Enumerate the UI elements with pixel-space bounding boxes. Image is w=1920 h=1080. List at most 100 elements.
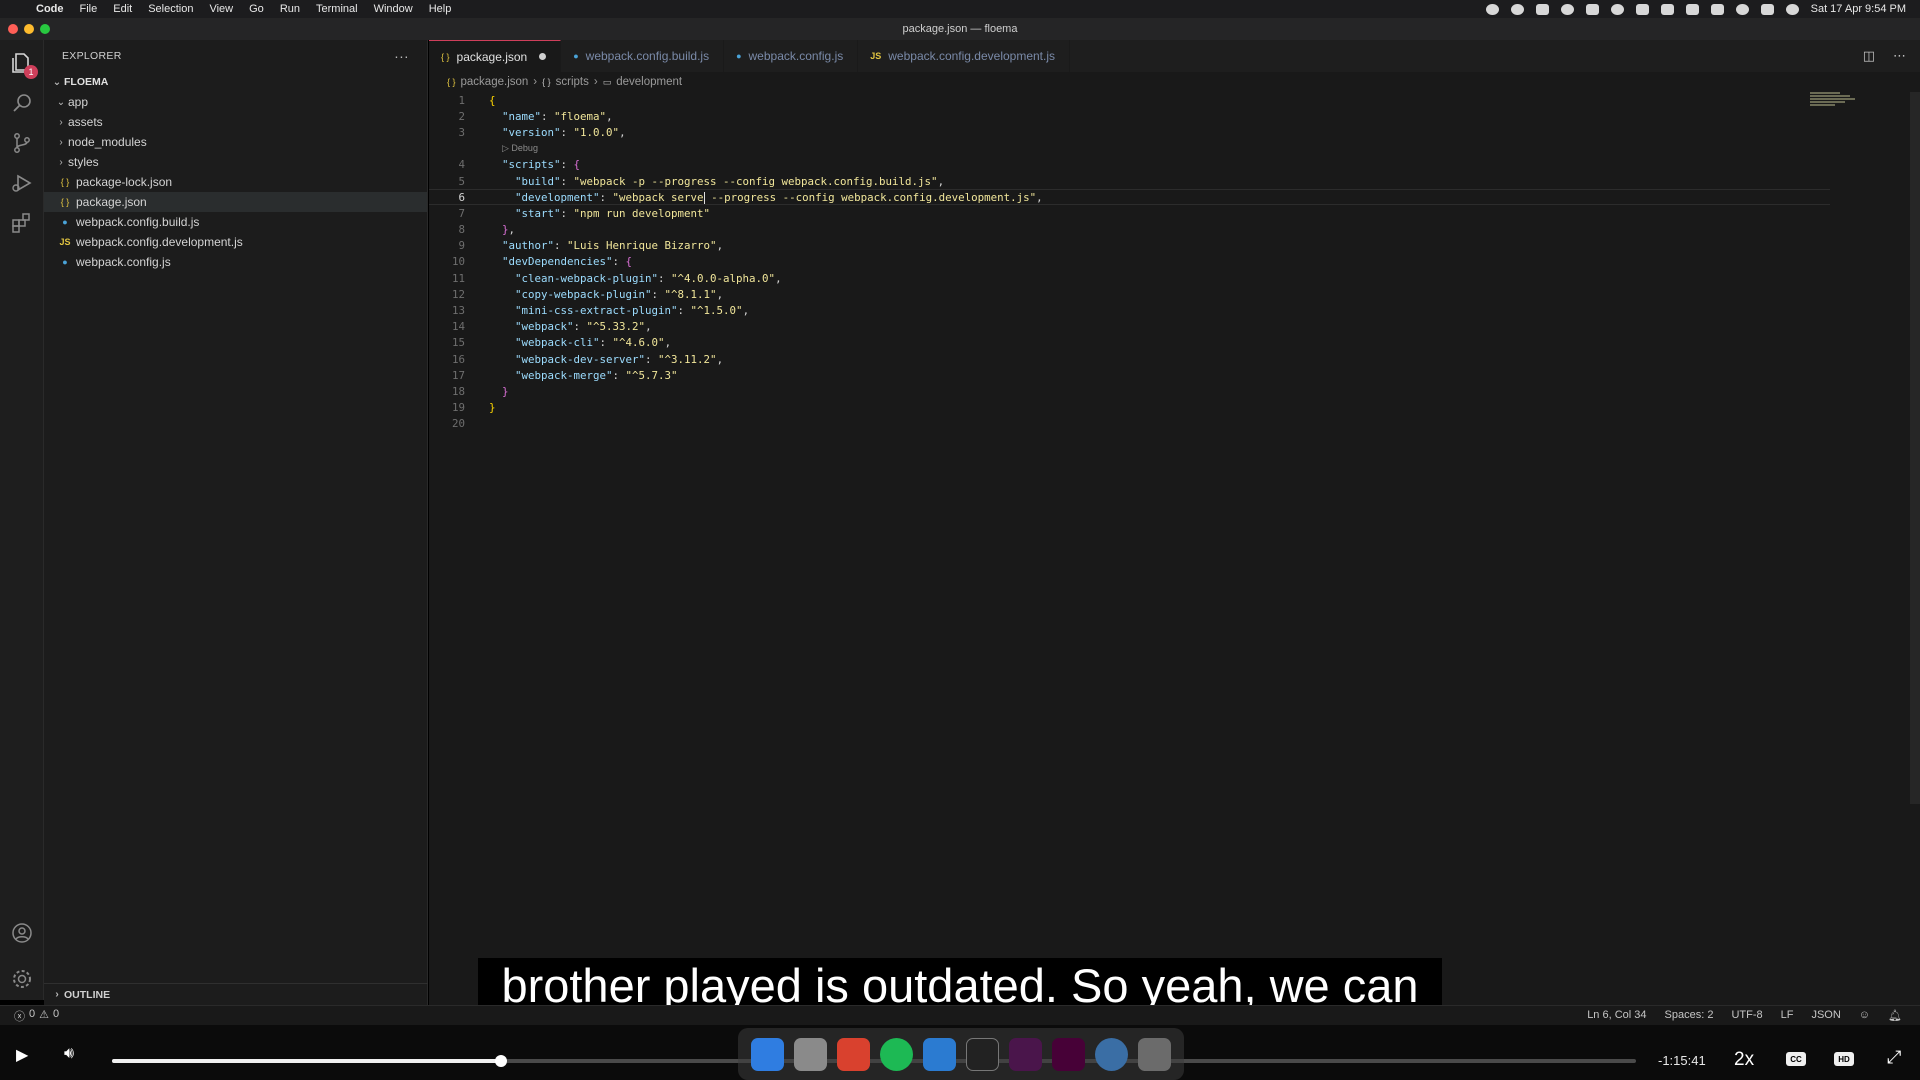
code-text: "devDependencies": { [502, 255, 633, 269]
minimize-window-button[interactable] [24, 24, 34, 34]
json-file-icon: { } [60, 177, 70, 187]
battery-icon[interactable] [1635, 3, 1649, 15]
cloud-icon[interactable] [1535, 3, 1549, 15]
tree-item-label: webpack.config.js [76, 255, 171, 269]
more-actions-icon[interactable]: ⋯ [1893, 48, 1906, 64]
menu-terminal[interactable]: Terminal [308, 3, 366, 15]
feedback-icon[interactable]: ☺ [1859, 1009, 1870, 1022]
play-icon[interactable]: ▶ [16, 1045, 28, 1065]
terminal-icon[interactable] [966, 1037, 999, 1071]
menu-selection[interactable]: Selection [140, 3, 201, 15]
tree-item-node-modules[interactable]: › node_modules [44, 132, 427, 152]
slack-icon[interactable] [1009, 1037, 1042, 1071]
code-line: 16 "webpack-dev-server": "^3.11.2", [429, 351, 1920, 367]
adobe-xd-icon[interactable] [1052, 1037, 1085, 1071]
launchpad-icon[interactable] [794, 1037, 827, 1071]
code-line: 3 "version": "1.0.0", [429, 124, 1920, 140]
tree-item-webpack-config-development-js[interactable]: JS webpack.config.development.js [44, 232, 427, 252]
creative-cloud-icon[interactable] [1510, 3, 1524, 15]
bluetooth-icon[interactable] [1685, 3, 1699, 15]
code-text: "author": "Luis Henrique Bizarro", [502, 239, 724, 253]
cursor-position[interactable]: Ln 6, Col 34 [1587, 1009, 1646, 1022]
tab-package-json[interactable]: { } package.json [429, 40, 562, 72]
volume-icon[interactable]: 🔊︎ [64, 1045, 74, 1063]
tab-webpack-config-build-js[interactable]: ● webpack.config.build.js [561, 40, 725, 72]
flag-icon[interactable] [1660, 3, 1674, 15]
code-line-current: 6 "development": "webpack serve --progre… [429, 189, 1830, 206]
split-editor-icon[interactable]: ◫ [1863, 48, 1875, 64]
accounts-activity-button[interactable] [9, 920, 35, 946]
tree-item-styles[interactable]: › styles [44, 152, 427, 172]
menu-file[interactable]: File [72, 3, 106, 15]
tree-item-assets[interactable]: › assets [44, 112, 427, 132]
string-property-icon: ▭ [602, 76, 612, 87]
menu-view[interactable]: View [201, 3, 241, 15]
play-circle-icon[interactable] [1610, 3, 1624, 15]
tree-item-app[interactable]: ⌄ app [44, 92, 427, 112]
quicktime-icon[interactable] [1095, 1037, 1128, 1071]
record-icon[interactable] [1485, 3, 1499, 15]
breadcrumb-item[interactable]: scripts [556, 76, 589, 88]
spotlight-search-icon[interactable] [1735, 3, 1749, 15]
zoom-window-button[interactable] [40, 24, 50, 34]
line-number: 11 [451, 271, 465, 285]
menu-help[interactable]: Help [421, 3, 460, 15]
manage-activity-button[interactable] [9, 966, 35, 992]
menu-go[interactable]: Go [241, 3, 272, 15]
editor-scrollbar[interactable] [1910, 92, 1920, 804]
folder-floema[interactable]: ⌄ FLOEMA [44, 72, 427, 92]
vscode-icon[interactable] [923, 1037, 956, 1071]
trash-icon[interactable] [1138, 1037, 1171, 1071]
run-debug-icon [12, 174, 32, 192]
run-debug-activity-button[interactable] [9, 170, 35, 196]
control-center-icon[interactable] [1760, 3, 1774, 15]
close-window-button[interactable] [8, 24, 18, 34]
siri-icon[interactable] [1785, 3, 1799, 15]
menu-edit[interactable]: Edit [105, 3, 140, 15]
menu-window[interactable]: Window [366, 3, 421, 15]
tree-item-webpack-config-build-js[interactable]: ● webpack.config.build.js [44, 212, 427, 232]
outline-section[interactable]: › OUTLINE [44, 983, 428, 1005]
breadcrumb-item[interactable]: development [616, 76, 682, 88]
language-mode[interactable]: JSON [1811, 1009, 1840, 1022]
tree-item-webpack-config-js[interactable]: ● webpack.config.js [44, 252, 427, 272]
unsaved-dot-icon[interactable] [539, 53, 547, 60]
fullscreen-icon[interactable]: ⤢ [1887, 1047, 1901, 1068]
minimap[interactable] [1810, 92, 1860, 114]
problems-indicator[interactable]: ⓧ 0 ⚠ 0 [0, 1008, 59, 1024]
breadcrumb-item[interactable]: package.json [461, 76, 529, 88]
error-icon: ⓧ [14, 1010, 25, 1023]
bell-icon[interactable]: 🔔︎ [1888, 1009, 1902, 1022]
debug-codelens[interactable]: ▷ Debug [429, 141, 1920, 157]
end-of-line[interactable]: LF [1781, 1009, 1794, 1022]
search-activity-button[interactable] [9, 90, 35, 116]
menu-run[interactable]: Run [272, 3, 308, 15]
playback-speed-button[interactable]: 2x [1734, 1049, 1754, 1071]
captions-button[interactable]: CC [1786, 1052, 1806, 1066]
encoding[interactable]: UTF-8 [1731, 1009, 1762, 1022]
json-file-icon: { } [447, 77, 456, 87]
code-editor[interactable]: 1{ 2 "name": "floema", 3 "version": "1.0… [429, 92, 1920, 432]
explorer-activity-button[interactable]: 1 [9, 50, 38, 79]
extensions-activity-button[interactable] [9, 210, 35, 236]
wifi-icon[interactable] [1710, 3, 1724, 15]
tab-webpack-config-js[interactable]: ● webpack.config.js [724, 40, 859, 72]
spotify-icon[interactable] [880, 1037, 913, 1071]
upload-cloud-icon[interactable] [1585, 3, 1599, 15]
quality-button[interactable]: HD [1834, 1052, 1854, 1066]
code-line: 11 "clean-webpack-plugin": "^4.0.0-alpha… [429, 270, 1920, 286]
activity-bar: 1 [0, 40, 44, 1000]
menubar-clock[interactable]: Sat 17 Apr 9:54 PM [1811, 3, 1906, 15]
at-sign-icon[interactable] [1560, 3, 1574, 15]
chrome-icon[interactable] [837, 1037, 870, 1071]
tab-label: package.json [456, 49, 528, 64]
finder-icon[interactable] [751, 1037, 784, 1071]
tab-webpack-config-development-js[interactable]: JS webpack.config.development.js [858, 40, 1071, 72]
tree-item-package-lock-json[interactable]: { } package-lock.json [44, 172, 427, 192]
source-control-activity-button[interactable] [9, 130, 35, 156]
seek-handle[interactable] [494, 1055, 507, 1067]
indentation[interactable]: Spaces: 2 [1665, 1009, 1714, 1022]
more-actions-icon[interactable]: ··· [394, 48, 409, 64]
tree-item-package-json[interactable]: { } package.json [44, 192, 427, 212]
menu-app[interactable]: Code [28, 3, 72, 15]
